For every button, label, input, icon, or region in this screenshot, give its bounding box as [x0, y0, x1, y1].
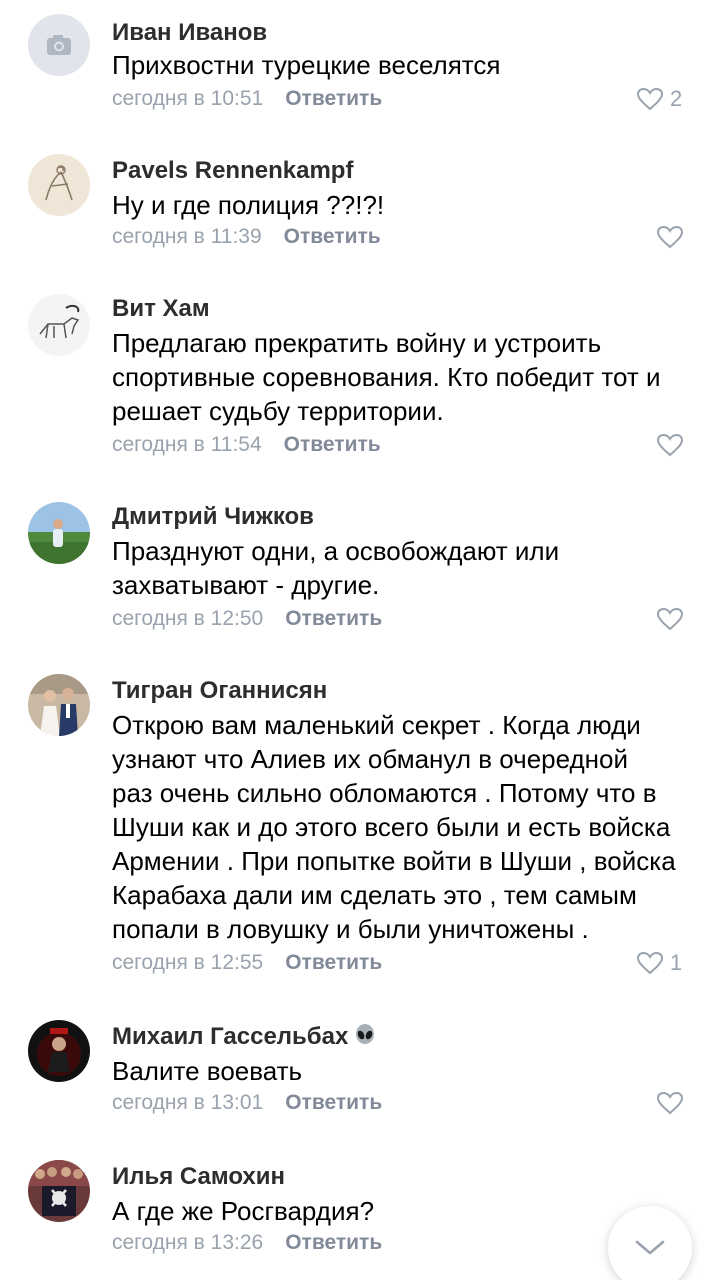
alien-icon — [354, 1024, 376, 1054]
reply-button[interactable]: Ответить — [285, 1231, 382, 1254]
comment-text: А где же Росгвардия? — [112, 1194, 692, 1228]
reply-button[interactable]: Ответить — [284, 433, 381, 456]
heart-icon — [656, 1091, 684, 1115]
comments-list: Иван Иванов Прихвостни турецкие веселятс… — [0, 0, 712, 1280]
comment-time: сегодня в 13:01 — [112, 1091, 264, 1114]
comment-time: сегодня в 12:50 — [112, 607, 264, 630]
comment-meta: сегодня в 10:51 Ответить — [112, 84, 382, 114]
like-button[interactable] — [656, 222, 684, 252]
comment-text-line: А где же Росгвардия? — [112, 1196, 375, 1226]
comment-meta: сегодня в 13:01 Ответить — [112, 1088, 382, 1118]
avatar[interactable] — [28, 674, 90, 736]
comment-text-line: попали в ловушку и были уничтожены . — [112, 914, 589, 944]
comment-text: Валите воевать — [112, 1054, 692, 1088]
heart-icon — [656, 225, 684, 249]
comment-author[interactable]: Иван Иванов — [112, 18, 267, 48]
comment-text: Празднуют одни, а освобождают или захват… — [112, 534, 692, 602]
chevron-down-icon — [635, 1240, 665, 1255]
comment-text: Прихвостни турецкие веселятся — [112, 48, 692, 82]
comment-text-line: узнают что Алиев их обманул в очередной — [112, 744, 629, 774]
reply-button[interactable]: Ответить — [285, 87, 382, 110]
comment-text-line: Ну и где полиция ??!?! — [112, 190, 385, 220]
scroll-down-button[interactable] — [608, 1206, 692, 1280]
like-button[interactable]: 2 — [636, 84, 682, 114]
heart-icon — [656, 433, 684, 457]
reply-button[interactable]: Ответить — [284, 225, 381, 248]
comment-text-line: захватывают - другие. — [112, 570, 380, 600]
heart-icon — [636, 87, 664, 111]
comment-time: сегодня в 13:26 — [112, 1231, 264, 1254]
couple-photo-avatar — [28, 674, 90, 736]
like-count: 1 — [670, 950, 683, 975]
comment-author-name: Михаил Гассельбах — [112, 1023, 349, 1050]
comment-time: сегодня в 10:51 — [112, 87, 264, 110]
avatar[interactable] — [28, 154, 90, 216]
comment-text: Открою вам маленький секрет . Когда люди… — [112, 708, 692, 946]
comment-text-line: Шуши как и до этого всего были и есть во… — [112, 812, 671, 842]
like-button[interactable]: 1 — [636, 948, 682, 978]
sketch-avatar — [28, 154, 90, 216]
comment-meta: сегодня в 12:55 Ответить — [112, 948, 382, 978]
comment-text-line: Карабаха дали им сделать это , тем самым — [112, 880, 637, 910]
like-button[interactable] — [656, 604, 684, 634]
comment-text-line: Армении . При попытке войти в Шуши , вой… — [112, 846, 676, 876]
dark-photo-avatar — [28, 1020, 90, 1082]
like-button[interactable] — [656, 1088, 684, 1118]
heart-icon — [636, 951, 664, 975]
comment-meta: сегодня в 13:26 Ответить — [112, 1228, 382, 1258]
avatar[interactable] — [28, 14, 90, 76]
comment-meta: сегодня в 12:50 Ответить — [112, 604, 382, 634]
like-button[interactable] — [656, 430, 684, 460]
outdoor-photo-avatar — [28, 502, 90, 564]
avatar[interactable] — [28, 1020, 90, 1082]
group-photo-avatar — [28, 1160, 90, 1222]
comment-author[interactable]: Дмитрий Чижков — [112, 502, 314, 532]
comment-text-line: Празднуют одни, а освобождают или — [112, 536, 560, 566]
camera-icon — [28, 14, 90, 76]
reply-button[interactable]: Ответить — [285, 951, 382, 974]
comment-text-line: решает судьбу территории. — [112, 396, 444, 426]
comment-author[interactable]: Вит Хам — [112, 294, 210, 324]
comment-text-line: раз очень сильно обломаются . Потому что… — [112, 778, 657, 808]
heart-icon — [656, 607, 684, 631]
reply-button[interactable]: Ответить — [285, 1091, 382, 1114]
comment-author[interactable]: Тигран Оганнисян — [112, 676, 327, 706]
comment-text: Ну и где полиция ??!?! — [112, 188, 692, 222]
reply-button[interactable]: Ответить — [285, 607, 382, 630]
comment-time: сегодня в 11:39 — [112, 225, 262, 248]
comment-meta: сегодня в 11:39 Ответить — [112, 222, 381, 252]
comment-text-line: Открою вам маленький секрет . Когда люди — [112, 710, 641, 740]
like-count: 2 — [670, 86, 683, 111]
comment-text-line: Прихвостни турецкие веселятся — [112, 50, 501, 80]
comment-author[interactable]: Михаил Гассельбах — [112, 1022, 376, 1054]
avatar[interactable] — [28, 294, 90, 356]
comment-text-line: Валите воевать — [112, 1056, 303, 1086]
comment-author[interactable]: Илья Самохин — [112, 1162, 285, 1192]
comment-author[interactable]: Pavels Rennenkampf — [112, 156, 353, 186]
animal-sketch-avatar — [28, 294, 90, 356]
comment-text-line: Предлагаю прекратить войну и устроить — [112, 328, 602, 358]
comment-text-line: спортивные соревнования. Кто победит тот… — [112, 362, 661, 392]
avatar[interactable] — [28, 1160, 90, 1222]
comment-text: Предлагаю прекратить войну и устроить сп… — [112, 326, 692, 428]
comment-time: сегодня в 12:55 — [112, 951, 264, 974]
avatar[interactable] — [28, 502, 90, 564]
comment-time: сегодня в 11:54 — [112, 433, 262, 456]
comment-meta: сегодня в 11:54 Ответить — [112, 430, 381, 460]
